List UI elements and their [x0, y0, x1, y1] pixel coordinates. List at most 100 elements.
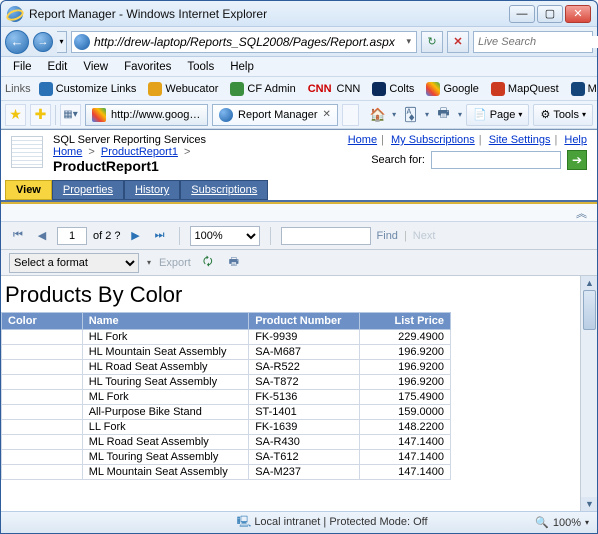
cell-name: HL Fork [82, 330, 248, 345]
stop-button[interactable]: ✕ [447, 31, 469, 53]
menu-file[interactable]: File [5, 59, 40, 75]
cell-list-price: 147.1400 [360, 435, 451, 450]
menu-favorites[interactable]: Favorites [116, 59, 179, 75]
next-find-link[interactable]: Next [413, 230, 436, 242]
rm-tabs: View Properties History Subscriptions [1, 180, 597, 202]
rm-header: SQL Server Reporting Services Home > Pro… [1, 130, 597, 176]
table-row: HL Touring Seat AssemblySA-T872196.9200 [2, 375, 451, 390]
next-page-button[interactable]: ▶ [127, 227, 145, 245]
tab-close-icon[interactable]: ✕ [323, 109, 331, 120]
back-button[interactable]: ← [5, 30, 29, 54]
link-cnn[interactable]: CNNCNN [304, 82, 365, 96]
home-button[interactable]: 🏠 [367, 104, 388, 126]
link-site-settings[interactable]: Site Settings [489, 134, 551, 146]
last-page-button[interactable]: ⏭ [151, 227, 169, 245]
report-export-bar: Select a format ▾ Export 🗘 🖶 [1, 250, 597, 276]
cell-list-price: 196.9200 [360, 375, 451, 390]
menu-bar: File Edit View Favorites Tools Help [1, 57, 597, 77]
tab-properties[interactable]: Properties [52, 180, 124, 200]
menu-view[interactable]: View [75, 59, 116, 75]
close-button[interactable]: ✕ [565, 5, 591, 23]
breadcrumb-report[interactable]: ProductReport1 [101, 146, 178, 158]
new-tab-button[interactable] [342, 104, 359, 126]
forward-button[interactable]: → [33, 32, 53, 52]
tab-view[interactable]: View [5, 180, 52, 200]
url-input[interactable] [94, 35, 403, 49]
breadcrumb-home[interactable]: Home [53, 146, 82, 158]
print-button[interactable]: 🖶 [433, 104, 454, 126]
cell-name: ML Mountain Seat Assembly [82, 465, 248, 480]
link-customize[interactable]: Customize Links [35, 81, 141, 97]
menu-edit[interactable]: Edit [40, 59, 76, 75]
scroll-thumb[interactable] [583, 290, 596, 330]
menu-tools[interactable]: Tools [179, 59, 222, 75]
address-bar[interactable]: ▾ [71, 31, 417, 53]
page-number-input[interactable] [57, 227, 87, 245]
cell-color [2, 375, 83, 390]
zoom-select[interactable]: 100% [190, 226, 260, 246]
chevron-up-icon: ︽ [576, 205, 587, 221]
cell-list-price: 229.4900 [360, 330, 451, 345]
security-zone: 🖳 Local intranet | Protected Mode: Off [137, 513, 527, 532]
link-my-subscriptions[interactable]: My Subscriptions [391, 134, 475, 146]
link-mapquest[interactable]: MapQuest [487, 81, 563, 97]
status-bar: 🖳 Local intranet | Protected Mode: Off 🔍… [1, 511, 597, 533]
export-format-select[interactable]: Select a format [9, 253, 139, 273]
maximize-button[interactable]: ▢ [537, 5, 563, 23]
scroll-up-icon[interactable]: ▲ [581, 276, 597, 290]
refresh-report-button[interactable]: 🗘 [199, 254, 217, 272]
col-list-price: List Price [360, 313, 451, 330]
quick-tabs-button[interactable]: ▦▾ [60, 104, 81, 126]
feeds-button[interactable]: 🃁 [400, 104, 421, 126]
find-link[interactable]: Find [377, 230, 398, 242]
report-viewer-toolbar: ⏮ ◀ of 2 ? ▶ ⏭ 100% Find | Next [1, 222, 597, 250]
link-home[interactable]: Home [348, 134, 377, 146]
zoom-value: 100% [553, 517, 581, 529]
star-plus-icon: ✚ [35, 106, 47, 123]
link-icon [491, 82, 505, 96]
browser-search-input[interactable] [474, 36, 598, 48]
nav-history-dropdown[interactable]: ▾ [57, 31, 67, 53]
prev-page-button[interactable]: ◀ [33, 227, 51, 245]
cell-product-number: SA-T872 [249, 375, 360, 390]
tools-menu-button[interactable]: ⚙Tools▾ [533, 104, 593, 126]
menu-help[interactable]: Help [222, 59, 262, 75]
favorites-star-button[interactable]: ★ [5, 104, 26, 126]
page-menu-button[interactable]: 📄Page▾ [466, 104, 529, 126]
browser-search-box[interactable]: 🔍 [473, 31, 593, 53]
link-cfadmin[interactable]: CF Admin [226, 81, 299, 97]
search-go-button[interactable]: ➔ [567, 150, 587, 170]
cell-product-number: SA-M687 [249, 345, 360, 360]
google-icon [92, 108, 106, 122]
cell-list-price: 175.4900 [360, 390, 451, 405]
tab-google[interactable]: http://www.google... [85, 104, 208, 126]
cell-color [2, 390, 83, 405]
collapse-toggle[interactable]: ︽ [1, 204, 597, 222]
cnn-icon: CNN [308, 83, 332, 95]
cell-color [2, 360, 83, 375]
export-link[interactable]: Export [159, 257, 191, 269]
link-msnbc[interactable]: MSNBC [567, 81, 597, 97]
print-report-button[interactable]: 🖶 [225, 254, 243, 272]
table-row: ML Touring Seat AssemblySA-T612147.1400 [2, 450, 451, 465]
url-dropdown-icon[interactable]: ▾ [403, 36, 414, 47]
link-colts[interactable]: Colts [368, 81, 418, 97]
minimize-button[interactable]: — [509, 5, 535, 23]
scroll-down-icon[interactable]: ▼ [581, 497, 597, 511]
link-icon [39, 82, 53, 96]
vertical-scrollbar[interactable]: ▲ ▼ [580, 276, 597, 511]
add-favorite-button[interactable]: ✚ [30, 104, 51, 126]
first-page-button[interactable]: ⏮ [9, 227, 27, 245]
link-help[interactable]: Help [564, 134, 587, 146]
find-input[interactable] [281, 227, 371, 245]
link-google[interactable]: Google [422, 81, 482, 97]
tab-report-manager[interactable]: Report Manager ✕ [212, 104, 338, 126]
tab-history[interactable]: History [124, 180, 180, 200]
cell-product-number: FK-1639 [249, 420, 360, 435]
refresh-button[interactable]: ↻ [421, 31, 443, 53]
link-webucator[interactable]: Webucator [144, 81, 222, 97]
rm-search-input[interactable] [431, 151, 561, 169]
cell-name: All-Purpose Bike Stand [82, 405, 248, 420]
zoom-control[interactable]: 🔍 100% ▾ [535, 516, 589, 529]
tab-subscriptions[interactable]: Subscriptions [180, 180, 268, 200]
